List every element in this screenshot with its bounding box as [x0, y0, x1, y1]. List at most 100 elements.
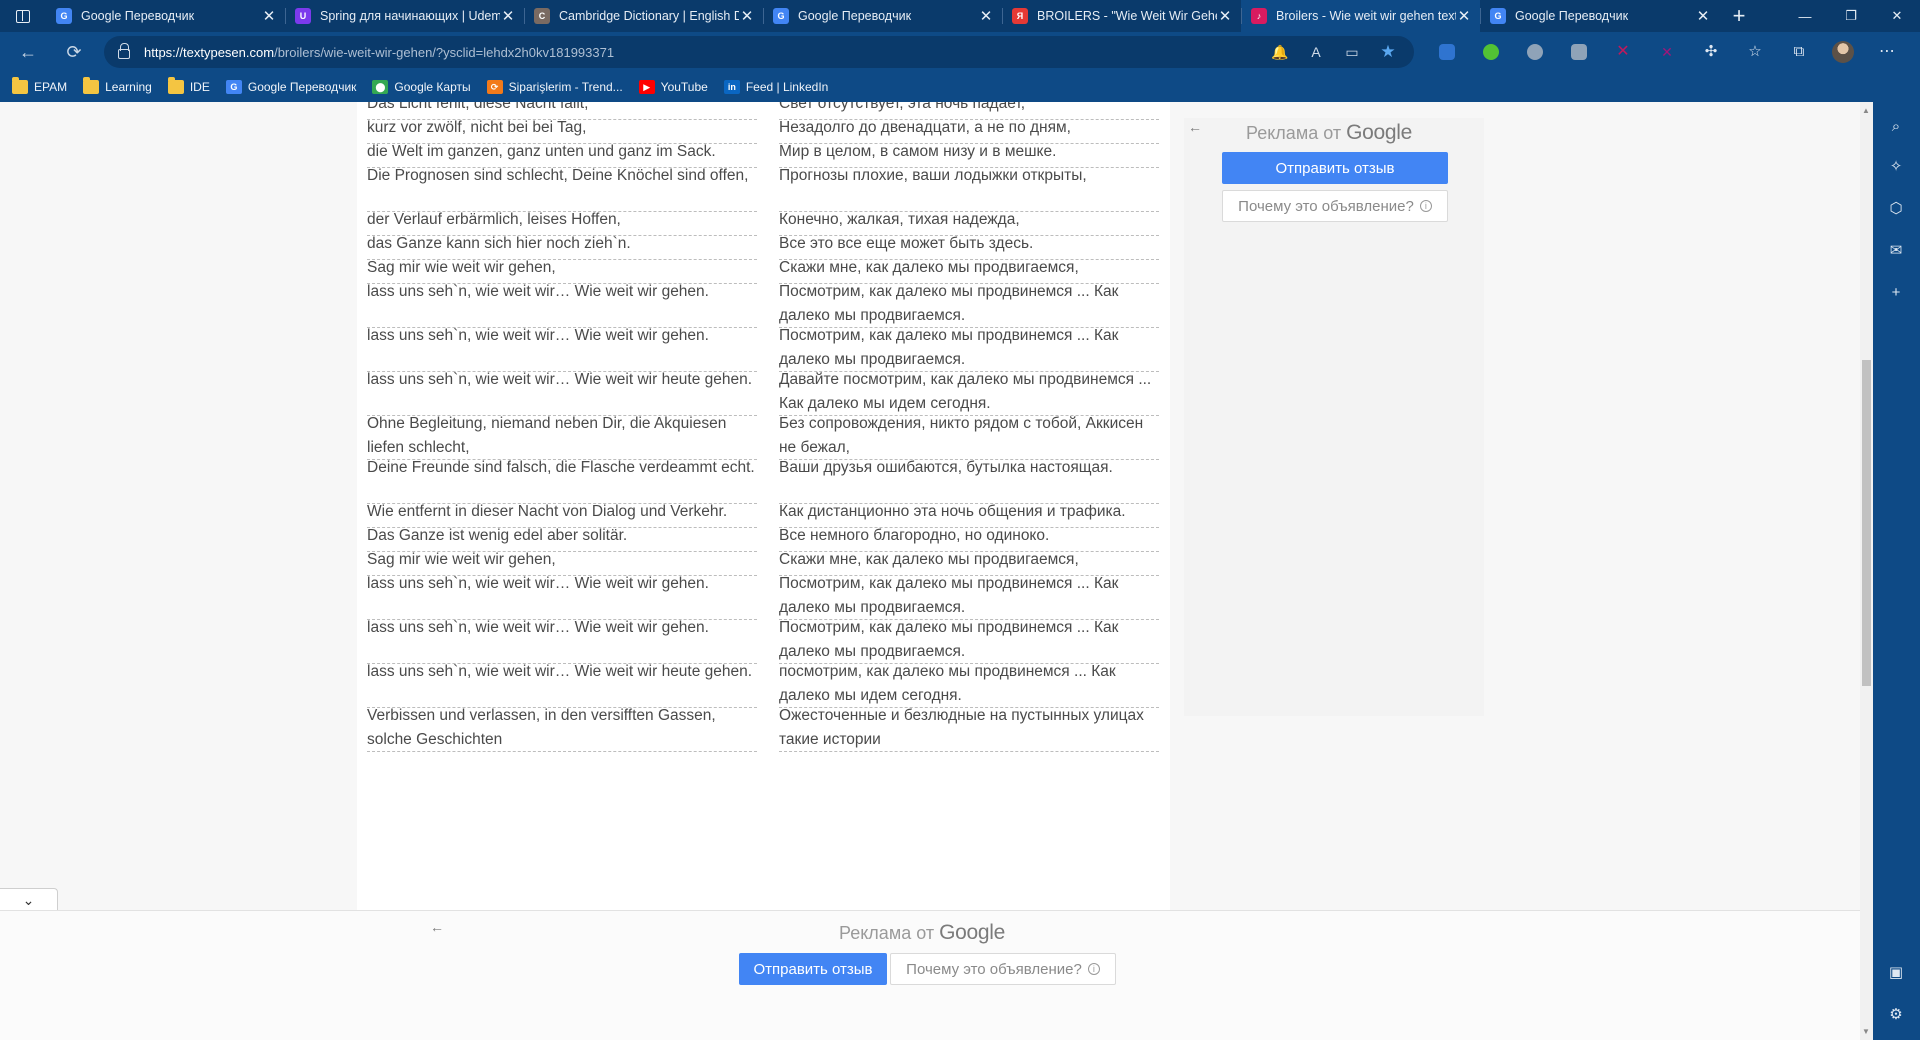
bookmark-label: Siparişlerim - Trend...	[508, 80, 623, 94]
puzzle-icon: ✣	[1704, 43, 1718, 60]
back-arrow-icon[interactable]: ←	[1188, 119, 1202, 135]
russian-line: Давайте посмотрим, как далеко мы продвин…	[779, 368, 1159, 416]
back-button[interactable]: ←	[10, 36, 46, 68]
games-icon[interactable]: ⬡	[1886, 198, 1906, 218]
tracking-prevention-icon[interactable]: 🔔	[1262, 44, 1298, 61]
cambridge-icon: C	[534, 8, 550, 24]
collections-button[interactable]: ⧉	[1777, 36, 1821, 68]
read-aloud-icon[interactable]: A	[1298, 44, 1334, 60]
close-tab-icon[interactable]: ✕	[500, 7, 516, 25]
tab-title: Broilers - Wie weit wir gehen text	[1276, 9, 1456, 23]
bookmark-item[interactable]: ⟳ Siparişlerim - Trend...	[486, 80, 623, 94]
tab-strip: G Google Переводчик ✕ U Spring для начинающи…	[0, 0, 1920, 32]
close-tab-icon[interactable]: ✕	[739, 7, 755, 25]
browser-tab[interactable]: G Google Переводчик ✕	[1480, 0, 1719, 32]
collapse-ad-button[interactable]: ⌄	[0, 888, 58, 912]
close-tab-icon[interactable]: ✕	[978, 7, 994, 25]
new-tab-button[interactable]: +	[1719, 0, 1759, 32]
extensions-button[interactable]: ✣	[1689, 36, 1733, 68]
translate-extension-button[interactable]	[1425, 36, 1469, 68]
lyrics-row: lass uns seh`n, wie weit wir… Wie weit w…	[367, 368, 1159, 416]
russian-line: Без сопровождения, никто рядом с тобой, …	[779, 412, 1159, 460]
tab-actions-icon	[16, 9, 30, 23]
browser-tab[interactable]: ♪ Broilers - Wie weit wir gehen text ✕	[1241, 0, 1480, 32]
close-tab-icon[interactable]: ✕	[1217, 7, 1233, 25]
outlook-icon[interactable]: ✉	[1886, 240, 1906, 260]
scrollbar-thumb[interactable]	[1862, 360, 1871, 686]
scroll-up-arrow-icon[interactable]: ▲	[1862, 106, 1870, 115]
gear-icon[interactable]: ⚙	[1886, 1004, 1906, 1024]
ad-label: Реклама от Google	[839, 921, 1005, 945]
add-icon[interactable]: +	[1886, 282, 1906, 302]
folder-icon	[167, 77, 184, 94]
send-feedback-button[interactable]: Отправить отзыв	[1222, 152, 1448, 184]
scroll-down-arrow-icon[interactable]: ▼	[1862, 1027, 1870, 1036]
close-tab-icon[interactable]: ✕	[1695, 7, 1711, 25]
immersive-reader-icon[interactable]: ▭	[1334, 44, 1370, 61]
search-icon[interactable]: ⌕	[1886, 116, 1906, 136]
browser-tab[interactable]: C Cambridge Dictionary | English Dictiona…	[524, 0, 763, 32]
extension-button-6[interactable]: ✕	[1645, 36, 1689, 68]
browser-toolbar: ← ⟳ https://textypesen.com/broilers/wie-…	[0, 32, 1920, 72]
tab-actions-button[interactable]	[0, 0, 46, 32]
bookmark-item[interactable]: ⬤ Google Карты	[372, 80, 471, 94]
discover-icon[interactable]: ✧	[1886, 156, 1906, 176]
back-arrow-icon[interactable]: ←	[430, 919, 444, 935]
youtube-icon: ▶	[638, 80, 655, 94]
address-bar[interactable]: https://textypesen.com/broilers/wie-weit…	[104, 36, 1414, 68]
bookmark-item[interactable]: IDE	[167, 77, 210, 94]
translate-icon: G	[225, 80, 242, 94]
russian-line: Посмотрим, как далеко мы продвинемся ...…	[779, 616, 1159, 664]
german-line: lass uns seh`n, wie weit wir… Wie weit w…	[367, 368, 757, 416]
url-host: https://textypesen.com	[144, 44, 275, 60]
page-scrollbar[interactable]: ▲ ▼	[1860, 102, 1873, 1040]
german-line: lass uns seh`n, wie weit wir… Wie weit w…	[367, 572, 757, 620]
browser-tab[interactable]: Я BROILERS - "Wie Weit Wir Gehen" ✕	[1002, 0, 1241, 32]
browser-tab[interactable]: U Spring для начинающих | Udemy ✕	[285, 0, 524, 32]
close-window-button[interactable]: ✕	[1874, 0, 1920, 32]
why-this-ad-button[interactable]: Почему это объявление? i	[890, 953, 1116, 985]
favorites-button[interactable]: ☆	[1733, 36, 1777, 68]
chevron-down-icon: ⌄	[22, 892, 35, 908]
refresh-button[interactable]: ⟳	[56, 36, 92, 68]
send-feedback-button[interactable]: Отправить отзыв	[739, 953, 887, 985]
url-text[interactable]: https://textypesen.com/broilers/wie-weit…	[144, 45, 614, 60]
settings-more-button[interactable]: ⋯	[1865, 36, 1909, 68]
extension-button-4[interactable]	[1557, 36, 1601, 68]
bookmark-item[interactable]: ▶ YouTube	[638, 80, 708, 94]
ad-label-prefix: Реклама от	[839, 923, 935, 943]
maps-icon: ⬤	[372, 80, 389, 94]
browser-tab[interactable]: G Google Переводчик ✕	[46, 0, 285, 32]
lyrics-row: Die Prognosen sind schlecht, Deine Knöch…	[367, 164, 1159, 212]
window-controls: — ❐ ✕	[1782, 0, 1920, 32]
google-logo-text: Google	[939, 921, 1005, 944]
close-tab-icon[interactable]: ✕	[261, 7, 277, 25]
bookmark-item[interactable]: Learning	[83, 77, 152, 94]
extension-button-3[interactable]	[1513, 36, 1557, 68]
profile-button[interactable]	[1821, 36, 1865, 68]
tab-title: Spring для начинающих | Udemy	[320, 9, 500, 23]
translate-icon: G	[773, 8, 789, 24]
folder-icon	[83, 77, 100, 94]
extensions-bar: ✕ ✕ ✣ ☆ ⧉ ⋯	[1425, 36, 1909, 68]
minimize-button[interactable]: —	[1782, 0, 1828, 32]
ad-label: Реклама от Google	[1246, 121, 1412, 145]
bookmark-item[interactable]: in Feed | LinkedIn	[723, 80, 828, 94]
lyrics-row: Ohne Begleitung, niemand neben Dir, die …	[367, 412, 1159, 460]
why-this-ad-button[interactable]: Почему это объявление? i	[1222, 190, 1448, 222]
restore-button[interactable]: ❐	[1828, 0, 1874, 32]
favorite-star-icon[interactable]: ★	[1370, 42, 1406, 62]
browser-tab[interactable]: G Google Переводчик ✕	[763, 0, 1002, 32]
lyrics-row: lass uns seh`n, wie weit wir… Wie weit w…	[367, 572, 1159, 620]
german-line: Ohne Begleitung, niemand neben Dir, die …	[367, 412, 757, 460]
close-tab-icon[interactable]: ✕	[1456, 7, 1472, 25]
russian-line: посмотрим, как далеко мы продвинемся ...…	[779, 660, 1159, 708]
more-icon: ⋯	[1879, 43, 1895, 60]
green-extension-button[interactable]	[1469, 36, 1513, 68]
bookmark-item[interactable]: G Google Переводчик	[225, 80, 356, 94]
favorites-icon: ☆	[1748, 43, 1762, 60]
sidebar-panel-icon[interactable]: ▣	[1886, 962, 1906, 982]
extension-button-5[interactable]: ✕	[1601, 36, 1645, 68]
bookmark-item[interactable]: EPAM	[12, 77, 67, 94]
russian-line: Ваши друзья ошибаются, бутылка настоящая…	[779, 456, 1159, 504]
